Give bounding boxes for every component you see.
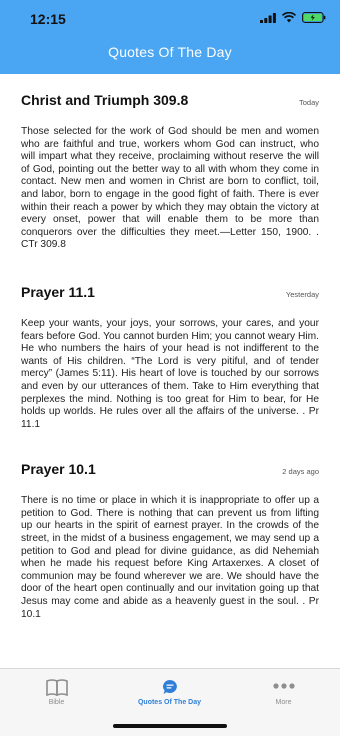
quote-date: 2 days ago	[282, 467, 319, 477]
tab-more[interactable]: More	[227, 669, 340, 736]
quote-title: Prayer 11.1	[21, 283, 95, 300]
header-bar: 12:15 Quotes Of The Day	[0, 0, 340, 74]
quote-header: Prayer 11.1 Yesterday	[21, 284, 319, 300]
home-indicator	[113, 724, 227, 728]
tab-label: More	[275, 699, 292, 706]
quotes-list[interactable]: Christ and Triumph 309.8 Today Those sel…	[0, 74, 340, 668]
quote-date: Today	[298, 98, 319, 107]
more-dots-icon	[272, 683, 295, 689]
quote-text: Those selected for the work of God shoul…	[21, 126, 319, 251]
status-icons	[260, 12, 326, 23]
quote-title: Christ and Triumph 309.8	[21, 92, 189, 108]
quote-text: Keep your wants, your joys, your sorrows…	[21, 317, 319, 430]
tab-label: Quotes Of The Day	[137, 699, 201, 706]
chat-bubble-icon	[162, 680, 177, 694]
tab-bible[interactable]: Bible	[0, 669, 113, 736]
page-title: Quotes Of The Day	[108, 44, 232, 60]
quote-title: Prayer 10.1	[21, 461, 96, 478]
book-icon	[45, 679, 68, 696]
status-time: 12:15	[30, 11, 66, 27]
tab-label: Bible	[48, 699, 65, 706]
quote-header: Christ and Triumph 309.8 Today	[21, 92, 319, 108]
quote-card[interactable]: Prayer 11.1 Yesterday Keep your wants, y…	[0, 252, 340, 431]
cellular-signal-icon	[260, 12, 276, 23]
quote-card[interactable]: Christ and Triumph 309.8 Today Those sel…	[0, 74, 340, 252]
quote-date: Yesterday	[285, 289, 319, 299]
quote-card[interactable]: Prayer 10.1 2 days ago There is no time …	[0, 431, 340, 621]
battery-icon	[302, 12, 326, 23]
app-screen: 12:15 Quotes Of The Day Christ and Trium…	[0, 0, 340, 736]
wifi-icon	[282, 12, 296, 23]
status-bar: 12:15	[0, 0, 340, 38]
quote-text: There is no time or place in which it is…	[21, 495, 319, 620]
quote-header: Prayer 10.1 2 days ago	[21, 461, 319, 477]
